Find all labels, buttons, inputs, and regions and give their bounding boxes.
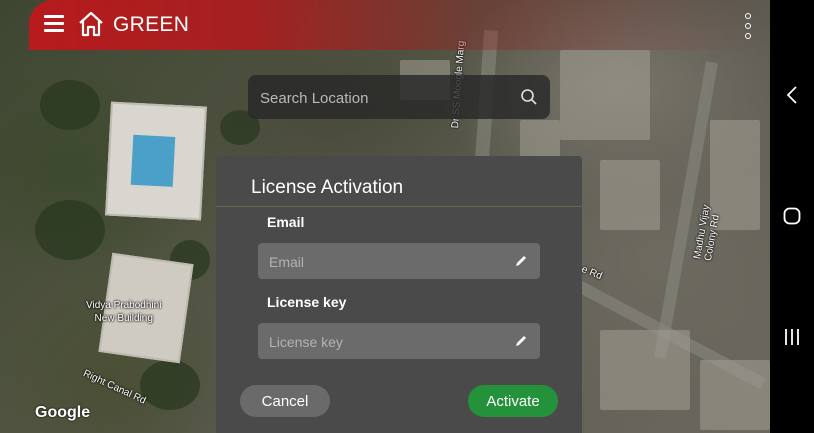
license-activation-dialog: License Activation Email License key Can… <box>216 156 582 433</box>
email-label: Email <box>267 214 305 230</box>
map-block <box>700 360 770 430</box>
search-bar <box>248 75 550 121</box>
edit-pencil-icon <box>516 256 526 266</box>
map-tree <box>35 200 105 260</box>
system-navigation-bar <box>770 0 814 433</box>
activate-button[interactable]: Activate <box>468 385 558 417</box>
map-block <box>600 160 660 230</box>
home-nav-icon[interactable] <box>783 207 801 225</box>
search-icon[interactable] <box>520 88 538 106</box>
license-key-field-container <box>258 323 540 361</box>
email-field[interactable] <box>267 243 511 281</box>
home-icon[interactable] <box>78 10 104 38</box>
map-block <box>520 120 560 160</box>
menu-icon[interactable] <box>44 15 64 33</box>
map-tree <box>140 360 200 410</box>
edit-pencil-icon <box>516 336 526 346</box>
map-building-label: Vidya Prabodhini New Building <box>86 300 162 324</box>
license-key-label: License key <box>267 294 347 310</box>
cancel-button[interactable]: Cancel <box>240 385 330 417</box>
map-road-label: Right Canal Rd <box>81 368 148 407</box>
dialog-divider <box>216 206 582 207</box>
search-input[interactable] <box>258 75 512 121</box>
map-attribution: Google <box>35 404 91 421</box>
email-field-container <box>258 243 540 281</box>
app-title: GREEN <box>113 13 190 36</box>
map-building-courtyard <box>130 134 176 187</box>
dialog-title: License Activation <box>251 177 404 198</box>
map-tree <box>40 80 100 130</box>
map-block <box>600 330 690 410</box>
map-road-label: e Rd <box>579 264 604 283</box>
map-building <box>105 101 207 221</box>
back-icon[interactable] <box>785 84 799 106</box>
recent-apps-icon[interactable] <box>783 328 801 346</box>
license-key-field[interactable] <box>267 323 511 361</box>
more-options-icon[interactable] <box>743 13 753 39</box>
map-block <box>560 50 650 140</box>
